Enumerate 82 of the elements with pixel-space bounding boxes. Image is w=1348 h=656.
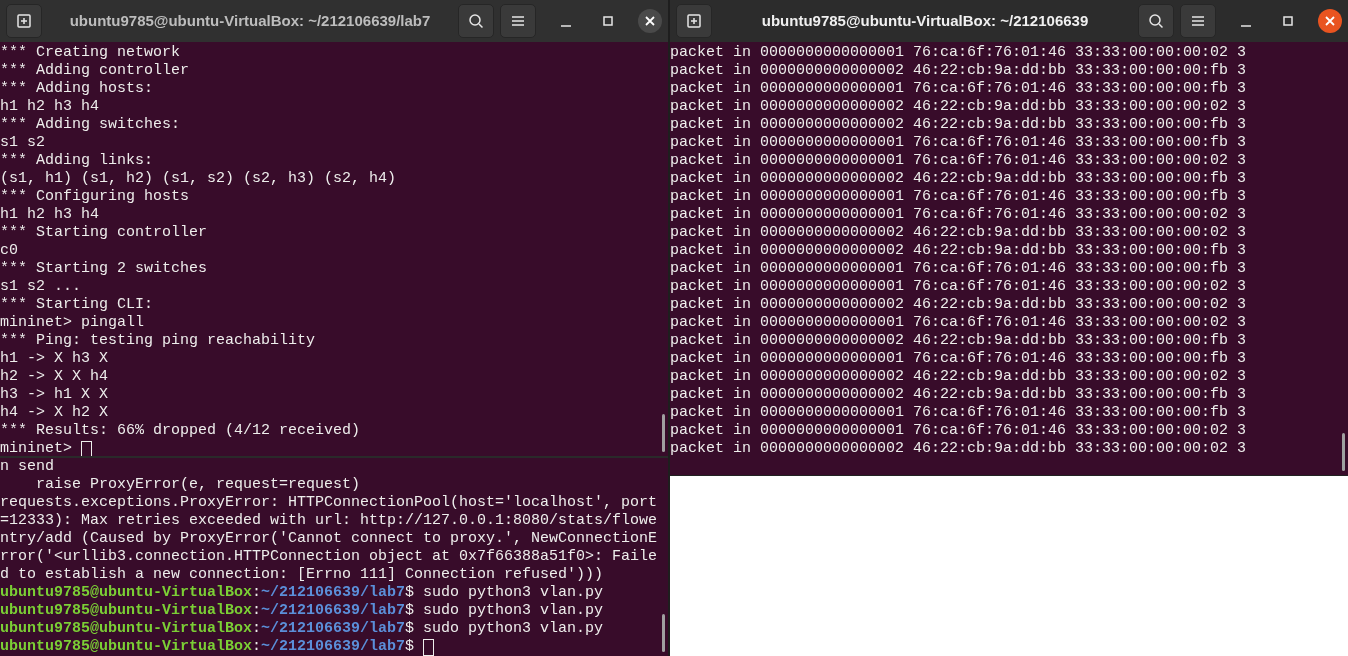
window-title: ubuntu9785@ubuntu-VirtualBox: ~/212106639/lab7 — [68, 10, 432, 31]
terminal-line: n send — [0, 458, 54, 476]
terminal-line: packet in 0000000000000001 76:ca:6f:76:01:46 33:33:00:00:00:02 3 — [670, 44, 1247, 62]
terminal-line: h1 h2 h3 h4 — [0, 206, 100, 224]
terminal-line: =12333): Max retries exceeded with url: http://127.0.0.1:8080/stats/flowe — [0, 512, 658, 530]
terminal-line: *** Starting 2 switches — [0, 260, 208, 278]
terminal-line: h1 -> X h3 X — [0, 350, 109, 368]
terminal-line: packet in 0000000000000001 76:ca:6f:76:01:46 33:33:00:00:00:02 3 — [670, 422, 1247, 440]
menu-icon — [511, 15, 525, 27]
terminal-line: *** Adding hosts: — [0, 80, 154, 98]
terminal-line: packet in 0000000000000002 46:22:cb:9a:dd:bb 33:33:00:00:00:fb 3 — [670, 62, 1247, 80]
scrollbar-thumb[interactable] — [662, 414, 665, 452]
terminal-line: packet in 0000000000000002 46:22:cb:9a:dd:bb 33:33:00:00:00:02 3 — [670, 296, 1247, 314]
terminal-line: packet in 0000000000000001 76:ca:6f:76:01:46 33:33:00:00:00:fb 3 — [670, 188, 1247, 206]
terminal-line: h1 h2 h3 h4 — [0, 98, 100, 116]
close-icon — [1325, 16, 1335, 26]
scrollbar-thumb[interactable] — [1342, 433, 1345, 471]
new-tab-icon — [686, 13, 702, 29]
terminal-line: s1 s2 ... — [0, 278, 81, 296]
search-button[interactable] — [1138, 4, 1174, 38]
terminal-line: packet in 0000000000000001 76:ca:6f:76:01:46 33:33:00:00:00:fb 3 — [670, 260, 1247, 278]
terminal-line: *** Configuring hosts — [0, 188, 190, 206]
close-button[interactable] — [638, 9, 662, 33]
terminal-line: raise ProxyError(e, request=request) — [35, 476, 361, 494]
menu-icon — [1191, 15, 1205, 27]
menu-button[interactable] — [500, 4, 536, 38]
terminal-line: packet in 0000000000000002 46:22:cb:9a:dd:bb 33:33:00:00:00:02 3 — [670, 440, 1247, 458]
terminal-line: packet in 0000000000000002 46:22:cb:9a:dd:bb 33:33:00:00:00:02 3 — [670, 368, 1247, 386]
terminal-line: rror('<urllib3.connection.HTTPConnection object at 0x7f66388a51f0>: Faile — [0, 548, 658, 566]
window-title: ubuntu9785@ubuntu-VirtualBox: ~/212106639 — [760, 10, 1090, 31]
terminal-line: mininet> — [0, 440, 73, 456]
terminal-line: ubuntu9785@ubuntu-VirtualBox:~/212106639/lab7$ sudo python3 vlan.py — [0, 602, 604, 620]
search-icon — [1148, 13, 1164, 29]
terminal-line: packet in 0000000000000001 76:ca:6f:76:01:46 33:33:00:00:00:fb 3 — [670, 80, 1247, 98]
terminal-line: packet in 0000000000000001 76:ca:6f:76:01:46 33:33:00:00:00:fb 3 — [670, 350, 1247, 368]
terminal-line: c0 — [0, 242, 18, 260]
terminal-line: h4 -> X h2 X — [0, 404, 109, 422]
terminal-line: mininet> pingall — [0, 314, 145, 332]
maximize-icon — [603, 16, 613, 26]
terminal-line: (s1, h1) (s1, h2) (s1, s2) (s2, h3) (s2, h4) — [0, 170, 397, 188]
terminal-line: packet in 0000000000000001 76:ca:6f:76:01:46 33:33:00:00:00:02 3 — [670, 152, 1247, 170]
terminal-line: packet in 0000000000000001 76:ca:6f:76:01:46 33:33:00:00:00:02 3 — [670, 278, 1247, 296]
terminal-line: requests.exceptions.ProxyError: HTTPConnectionPool(host='localhost', port — [0, 494, 658, 512]
menu-button[interactable] — [1180, 4, 1216, 38]
terminal-line: *** Creating network — [0, 44, 181, 62]
scrollbar-thumb[interactable] — [662, 614, 665, 652]
terminal-line: h3 -> h1 X X — [0, 386, 109, 404]
terminal-line: d to establish a new connection: [Errno 111] Connection refused'))) — [0, 566, 604, 584]
terminal-line: packet in 0000000000000002 46:22:cb:9a:dd:bb 33:33:00:00:00:fb 3 — [670, 242, 1247, 260]
close-button[interactable] — [1318, 9, 1342, 33]
terminal-line: *** Results: 66% dropped (4/12 received) — [0, 422, 361, 440]
terminal-line: packet in 0000000000000001 76:ca:6f:76:01:46 33:33:00:00:00:fb 3 — [670, 404, 1247, 422]
maximize-icon — [1283, 16, 1293, 26]
minimize-icon — [1241, 25, 1251, 27]
terminal-line: *** Ping: testing ping reachability — [0, 332, 316, 350]
terminal-line: packet in 0000000000000002 46:22:cb:9a:dd:bb 33:33:00:00:00:fb 3 — [670, 332, 1247, 350]
terminal-line: *** Starting CLI: — [0, 296, 154, 314]
terminal-line: s1 s2 — [0, 134, 45, 152]
terminal-line: packet in 0000000000000002 46:22:cb:9a:dd:bb 33:33:00:00:00:fb 3 — [670, 386, 1247, 404]
new-tab-button[interactable] — [676, 4, 712, 38]
terminal-line: packet in 0000000000000001 76:ca:6f:76:01:46 33:33:00:00:00:fb 3 — [670, 134, 1247, 152]
terminal-line: *** Adding controller — [0, 62, 190, 80]
minimize-icon — [561, 25, 571, 27]
terminal-line: packet in 0000000000000002 46:22:cb:9a:dd:bb 33:33:00:00:00:02 3 — [670, 98, 1247, 116]
close-icon — [645, 16, 655, 26]
terminal-line: packet in 0000000000000001 76:ca:6f:76:01:46 33:33:00:00:00:02 3 — [670, 314, 1247, 332]
terminal-line: ntry/add (Caused by ProxyError('Cannot connect to proxy.', NewConnectionE — [0, 530, 658, 548]
terminal-line: packet in 0000000000000002 46:22:cb:9a:dd:bb 33:33:00:00:00:02 3 — [670, 224, 1247, 242]
new-tab-icon — [16, 13, 32, 29]
new-tab-button[interactable] — [6, 4, 42, 38]
terminal-line: ubuntu9785@ubuntu-VirtualBox:~/212106639/lab7$ — [0, 638, 416, 656]
terminal-line: packet in 0000000000000001 76:ca:6f:76:01:46 33:33:00:00:00:02 3 — [670, 206, 1247, 224]
terminal-line: *** Adding links: — [0, 152, 154, 170]
terminal-line: packet in 0000000000000002 46:22:cb:9a:dd:bb 33:33:00:00:00:fb 3 — [670, 116, 1247, 134]
terminal-line: packet in 0000000000000002 46:22:cb:9a:dd:bb 33:33:00:00:00:fb 3 — [670, 170, 1247, 188]
terminal-line: ubuntu9785@ubuntu-VirtualBox:~/212106639/lab7$ sudo python3 vlan.py — [0, 584, 604, 602]
terminal-line: ubuntu9785@ubuntu-VirtualBox:~/212106639/lab7$ sudo python3 vlan.py — [0, 620, 604, 638]
terminal-line: *** Starting controller — [0, 224, 208, 242]
terminal-line: h2 -> X X h4 — [0, 368, 109, 386]
search-icon — [468, 13, 484, 29]
search-button[interactable] — [458, 4, 494, 38]
terminal-line: *** Adding switches: — [0, 116, 181, 134]
